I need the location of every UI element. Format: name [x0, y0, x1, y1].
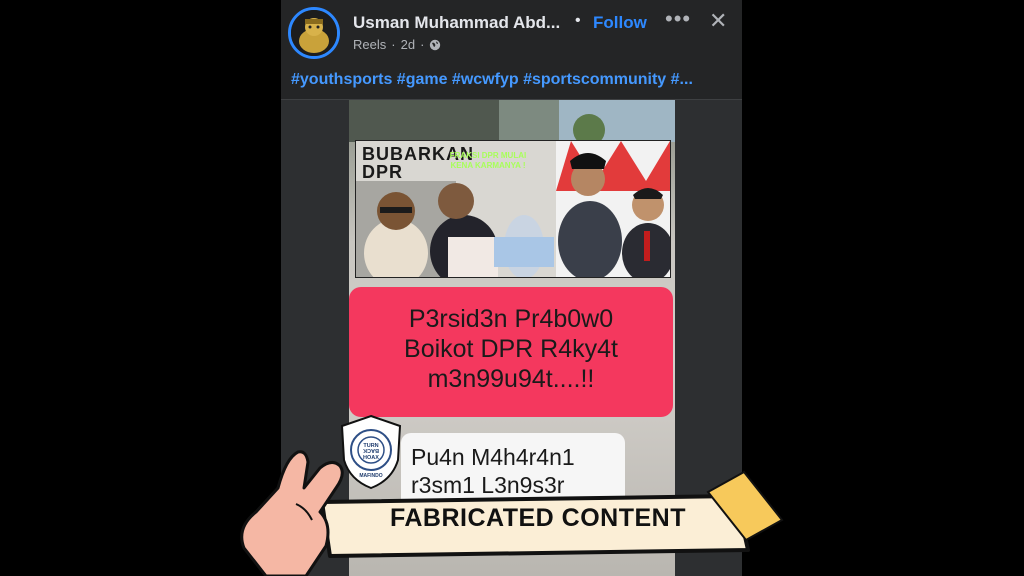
globe-icon	[430, 39, 441, 50]
news-thumbnail: BUBARKAN DPR FRAKSI DPR MULAI KENA KARMA…	[355, 140, 671, 278]
close-icon[interactable]: ✕	[709, 8, 727, 34]
meta-separator: ·	[391, 37, 396, 52]
headline-line: Boikot DPR R4ky4t	[404, 335, 618, 363]
meta-separator-2: ·	[420, 37, 425, 52]
headline-card: P3rsid3n Pr4b0w0 Boikot DPR R4ky4t m3n99…	[349, 287, 673, 417]
banner-label: FABRICATED CONTENT	[389, 504, 687, 532]
video-top-scene	[349, 100, 675, 142]
post-hashtags[interactable]: #youthsports #game #wcwfyp #sportscommun…	[291, 71, 736, 89]
subheadline-line: Pu4n M4h4r4n1	[411, 444, 575, 470]
follow-button[interactable]: Follow	[593, 13, 647, 33]
svg-text:HOAX: HOAX	[363, 455, 379, 461]
more-options-icon[interactable]: •••	[665, 6, 691, 32]
meta-source[interactable]: Reels	[353, 37, 386, 52]
svg-text:MAFINDO: MAFINDO	[359, 473, 382, 479]
mafindo-badge-icon: TURN BACK HOAX MAFINDO	[340, 414, 402, 490]
hand-illustration	[240, 450, 344, 576]
header-separator: •	[575, 12, 581, 29]
post-meta: Reels · 2d ·	[353, 37, 441, 52]
thumbnail-caption: FRAKSI DPR MULAI KENA KARMANYA !	[449, 151, 527, 170]
headline-line: m3n99u94t....!!	[427, 365, 595, 393]
svg-text:BACK: BACK	[363, 447, 379, 453]
author-name[interactable]: Usman Muhammad Abd...	[353, 13, 560, 33]
meta-time[interactable]: 2d	[401, 37, 415, 52]
author-avatar[interactable]	[288, 7, 340, 59]
headline-line: P3rsid3n Pr4b0w0	[408, 305, 614, 333]
avatar-image	[291, 10, 337, 56]
